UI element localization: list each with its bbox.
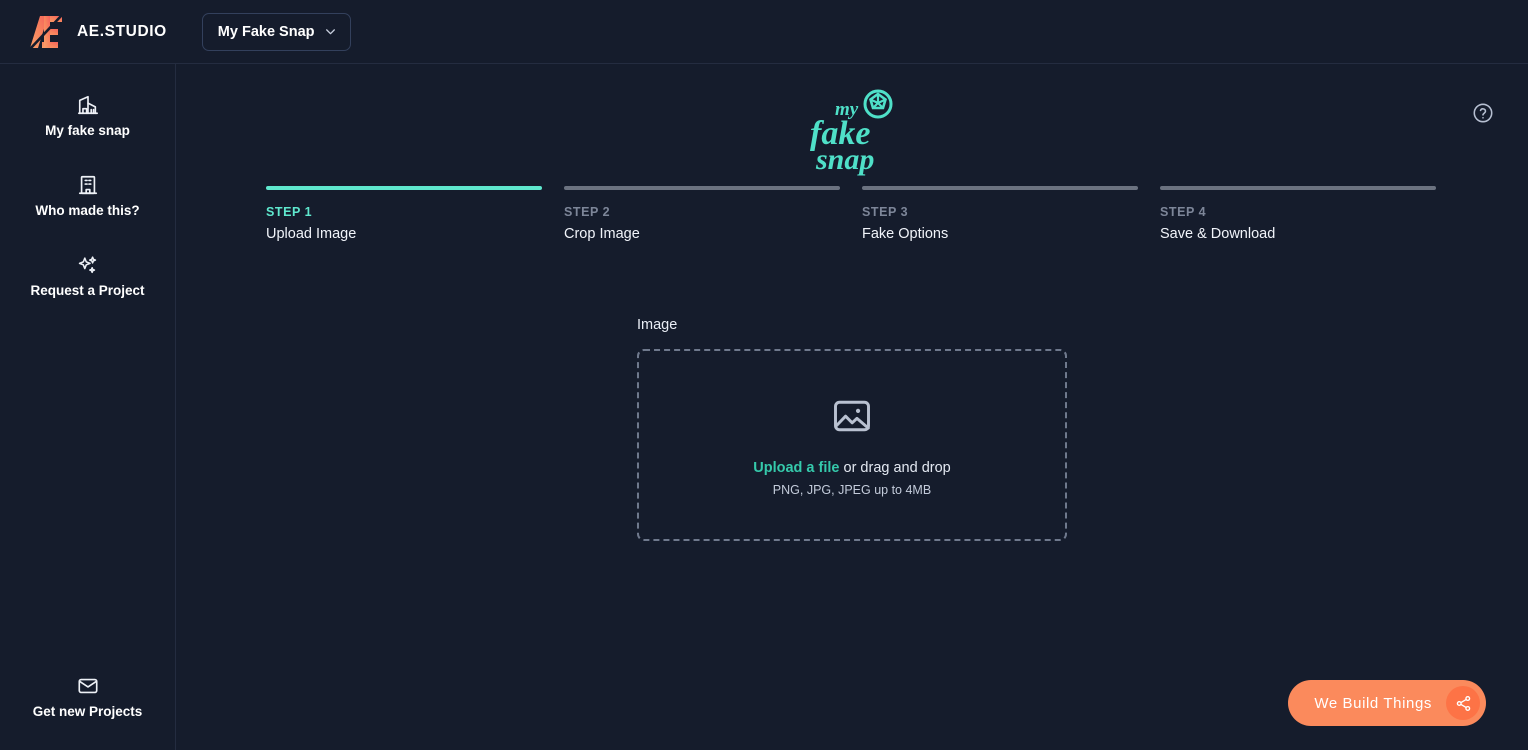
- we-build-things-button[interactable]: We Build Things: [1288, 680, 1486, 726]
- step-bar: [862, 186, 1138, 190]
- step-2[interactable]: STEP 2 Crop Image: [564, 186, 840, 242]
- sidebar-item-get-new-projects[interactable]: Get new Projects: [0, 667, 175, 728]
- image-field-label: Image: [637, 317, 678, 333]
- brand-name: AE.STUDIO: [77, 22, 167, 40]
- help-button[interactable]: [1472, 102, 1494, 124]
- sidebar-item-label: Who made this?: [35, 202, 140, 218]
- we-build-things-label: We Build Things: [1314, 694, 1432, 712]
- upload-a-file-link[interactable]: Upload a file: [753, 460, 839, 476]
- image-dropzone[interactable]: Upload a file or drag and drop PNG, JPG,…: [637, 349, 1067, 541]
- dropzone-hint: PNG, JPG, JPEG up to 4MB: [772, 482, 932, 497]
- step-4[interactable]: STEP 4 Save & Download: [1160, 186, 1436, 242]
- step-number: STEP 4: [1160, 205, 1207, 219]
- step-number: STEP 2: [564, 205, 611, 219]
- step-name: Upload Image: [266, 226, 357, 242]
- envelope-icon: [77, 675, 99, 697]
- workspace-dropdown[interactable]: My Fake Snap: [201, 12, 351, 51]
- share-nodes-icon[interactable]: [1446, 686, 1480, 720]
- step-name: Fake Options: [862, 226, 949, 242]
- workspace-dropdown-label: My Fake Snap: [217, 23, 315, 40]
- step-bar: [266, 186, 542, 190]
- drag-and-drop-text: or drag and drop: [839, 459, 951, 476]
- sidebar-item-my-fake-snap[interactable]: My fake snap: [0, 86, 175, 147]
- question-circle-icon: [1472, 102, 1494, 124]
- sparkles-icon: [77, 254, 99, 276]
- step-name: Crop Image: [564, 226, 640, 242]
- step-1[interactable]: STEP 1 Upload Image: [266, 186, 542, 242]
- ae-studio-logo-icon: [28, 14, 64, 49]
- main-content: my fake snap STEP 1 Upload Image STEP 2: [176, 64, 1528, 750]
- step-name: Save & Download: [1160, 226, 1276, 242]
- sidebar-item-who-made-this[interactable]: Who made this?: [0, 166, 175, 227]
- sidebar-item-label: Get new Projects: [32, 704, 143, 720]
- brand[interactable]: AE.STUDIO: [28, 14, 167, 49]
- sidebar-item-label: Request a Project: [30, 282, 145, 298]
- image-photo-icon: [830, 394, 874, 438]
- step-progress: STEP 1 Upload Image STEP 2 Crop Image ST…: [176, 176, 1528, 242]
- app-root: AE.STUDIO My Fake Snap My fake snap Who …: [0, 0, 1528, 750]
- top-header: AE.STUDIO My Fake Snap: [0, 0, 1528, 64]
- office-building-icon: [77, 174, 99, 196]
- step-3[interactable]: STEP 3 Fake Options: [862, 186, 1138, 242]
- sidebar-item-request-a-project[interactable]: Request a Project: [0, 246, 175, 307]
- step-number: STEP 3: [862, 205, 909, 219]
- fake-snap-logo: my fake snap: [176, 64, 1528, 176]
- step-bar: [1160, 186, 1436, 190]
- chevron-down-icon: [324, 25, 337, 38]
- building-home-icon: [77, 94, 99, 116]
- logo-text-snap: snap: [815, 143, 874, 176]
- step-number: STEP 1: [266, 205, 313, 219]
- upload-panel: Image Upload a file or drag and drop PNG…: [637, 317, 1067, 541]
- step-bar: [564, 186, 840, 190]
- sidebar: My fake snap Who made this? Request a Pr…: [0, 64, 176, 750]
- dropzone-primary-text: Upload a file or drag and drop: [753, 460, 950, 476]
- sidebar-item-label: My fake snap: [45, 123, 130, 138]
- app-body: My fake snap Who made this? Request a Pr…: [0, 64, 1528, 750]
